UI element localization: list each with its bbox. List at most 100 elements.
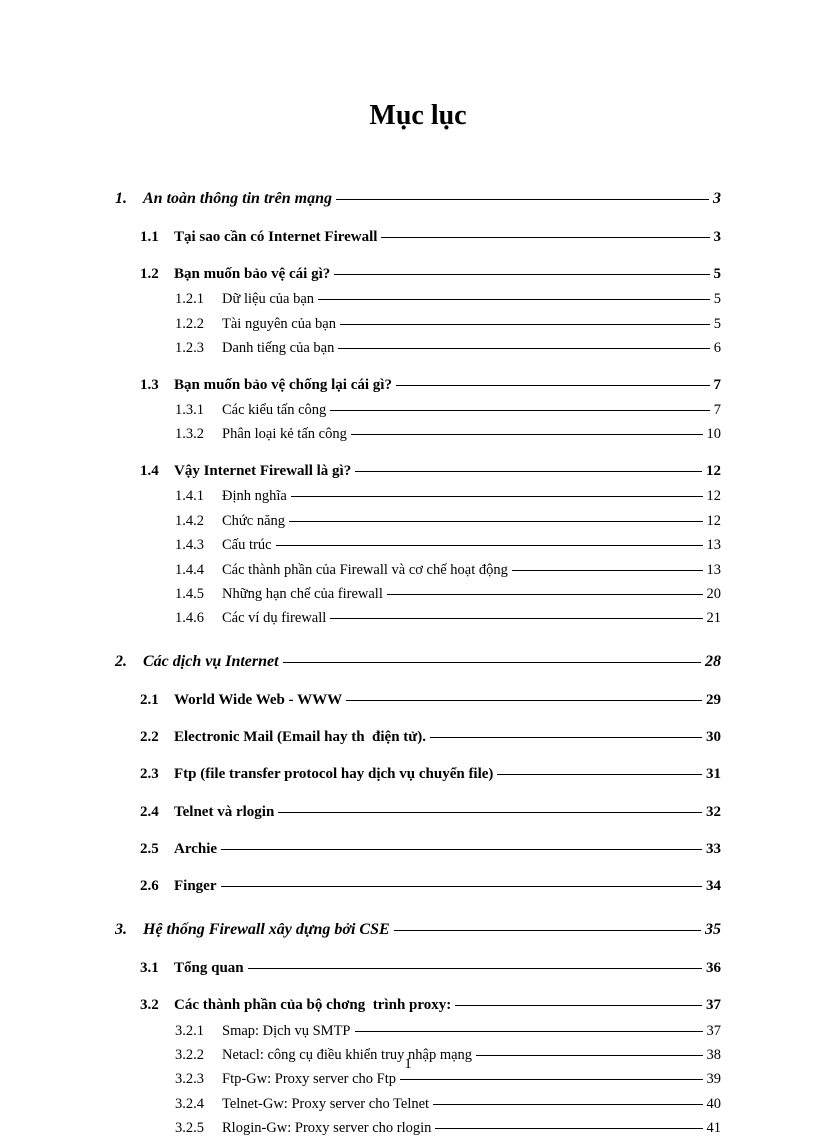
toc-entry: 1.2.3Danh tiếng của bạn6 bbox=[115, 337, 721, 359]
toc-entry-label: Hệ thống Firewall xây dựng bởi CSE bbox=[143, 918, 390, 943]
toc-leader bbox=[336, 199, 709, 200]
toc-entry-label: World Wide Web - WWW bbox=[174, 689, 342, 712]
toc-entry-page: 30 bbox=[706, 726, 721, 749]
toc-entry: 1.2.2Tài nguyên của bạn5 bbox=[115, 313, 721, 335]
toc-entry-label: Dữ liệu của bạn bbox=[222, 288, 314, 310]
toc-entry-number: 2.1 bbox=[140, 689, 174, 712]
toc-leader bbox=[289, 521, 702, 522]
toc-entry-label: Tổng quan bbox=[174, 957, 244, 980]
toc-entry-label: Bạn muốn bảo vệ chống lại cái gì? bbox=[174, 374, 392, 397]
toc-entry-number: 1.4.2 bbox=[175, 510, 222, 532]
toc-entry: 2.6Finger 34 bbox=[115, 875, 721, 898]
toc-entry-page: 28 bbox=[705, 650, 721, 675]
toc-entry-page: 3 bbox=[713, 187, 721, 212]
toc-entry: 2.1World Wide Web - WWW 29 bbox=[115, 689, 721, 712]
toc-entry-number: 1.4.1 bbox=[175, 485, 222, 507]
toc-entry: 3.2.4Telnet-Gw: Proxy server cho Telnet4… bbox=[115, 1093, 721, 1115]
toc-entry-label: Ftp (file transfer protocol hay dịch vụ … bbox=[174, 763, 493, 786]
toc-entry: 2.3Ftp (file transfer protocol hay dịch … bbox=[115, 763, 721, 786]
toc-entry-number: 2.6 bbox=[140, 875, 174, 898]
toc-entry-label: Các kiểu tấn công bbox=[222, 399, 326, 421]
toc-entry-label: Các thành phần của bộ chơng trình proxy: bbox=[174, 994, 451, 1017]
toc-entry: 1.3Bạn muốn bảo vệ chống lại cái gì? 7 bbox=[115, 374, 721, 397]
toc-entry-number: 2.5 bbox=[140, 838, 174, 861]
toc-entry-number: 3.2.1 bbox=[175, 1020, 222, 1042]
toc-entry-number: 1.4.3 bbox=[175, 534, 222, 556]
toc-entry-page: 34 bbox=[706, 875, 721, 898]
toc-leader bbox=[435, 1128, 702, 1129]
toc-entry: 1.4.1Định nghĩa12 bbox=[115, 485, 721, 507]
toc-entry: 3.1Tổng quan36 bbox=[115, 957, 721, 980]
toc-entry-page: 5 bbox=[714, 288, 721, 310]
toc-leader bbox=[355, 471, 702, 472]
toc-entry: 2.4Telnet và rlogin32 bbox=[115, 801, 721, 824]
toc-entry-page: 41 bbox=[707, 1117, 722, 1139]
toc-entry-page: 13 bbox=[707, 559, 722, 581]
toc-entry-label: Tài nguyên của bạn bbox=[222, 313, 336, 335]
toc-leader bbox=[291, 496, 703, 497]
toc-entry-number: 1. bbox=[115, 187, 143, 212]
toc-entry-label: Telnet và rlogin bbox=[174, 801, 274, 824]
toc-leader bbox=[355, 1031, 703, 1032]
toc-entry-page: 7 bbox=[714, 399, 721, 421]
toc-entry: 1.2.1Dữ liệu của bạn5 bbox=[115, 288, 721, 310]
toc-entry-number: 1.4 bbox=[140, 460, 174, 483]
toc-entry: 1.4.2Chức năng12 bbox=[115, 510, 721, 532]
toc-leader bbox=[338, 348, 709, 349]
toc-leader bbox=[394, 930, 701, 931]
toc-entry-page: 7 bbox=[714, 374, 722, 397]
toc-entry-page: 13 bbox=[707, 534, 722, 556]
toc-entry-page: 3 bbox=[714, 226, 722, 249]
toc-entry-label: Rlogin-Gw: Proxy server cho rlogin bbox=[222, 1117, 431, 1139]
toc-leader bbox=[512, 570, 703, 571]
page-number: 1 bbox=[0, 1056, 816, 1073]
toc-entry-number: 2. bbox=[115, 650, 143, 675]
toc-entry-number: 1.3 bbox=[140, 374, 174, 397]
toc-entry-label: Electronic Mail (Email hay th điện tử). bbox=[174, 726, 426, 749]
toc-entry-page: 31 bbox=[706, 763, 721, 786]
toc-entry: 1.4.6Các ví dụ firewall21 bbox=[115, 607, 721, 629]
toc-entry: 1.4Vậy Internet Firewall là gì?12 bbox=[115, 460, 721, 483]
toc-entry: 3.2.5Rlogin-Gw: Proxy server cho rlogin 4… bbox=[115, 1117, 721, 1139]
toc-leader bbox=[318, 299, 710, 300]
toc-entry-number: 1.4.5 bbox=[175, 583, 222, 605]
toc-entry-number: 2.2 bbox=[140, 726, 174, 749]
toc-entry-number: 3.2 bbox=[140, 994, 174, 1017]
toc-leader bbox=[330, 410, 709, 411]
toc-entry-label: Định nghĩa bbox=[222, 485, 287, 507]
toc-entry-page: 5 bbox=[714, 263, 722, 286]
toc-entry-label: Các thành phần của Firewall và cơ chế ho… bbox=[222, 559, 508, 581]
table-of-contents: 1. An toàn thông tin trên mạng31.1Tại sa… bbox=[115, 187, 721, 1140]
toc-leader bbox=[433, 1104, 702, 1105]
toc-entry-number: 1.1 bbox=[140, 226, 174, 249]
toc-entry-page: 37 bbox=[707, 1020, 722, 1042]
toc-entry-label: Những hạn chế của firewall bbox=[222, 583, 383, 605]
page-title: Mục lục bbox=[115, 100, 721, 132]
toc-leader bbox=[283, 662, 701, 663]
toc-entry-label: Finger bbox=[174, 875, 217, 898]
toc-leader bbox=[278, 812, 702, 813]
toc-entry-number: 1.2.3 bbox=[175, 337, 222, 359]
toc-entry-page: 40 bbox=[707, 1093, 722, 1115]
toc-entry-label: Smap: Dịch vụ SMTP bbox=[222, 1020, 351, 1042]
toc-entry: 1.4.3Cấu trúc13 bbox=[115, 534, 721, 556]
toc-entry-number: 3.2.5 bbox=[175, 1117, 222, 1139]
toc-entry-number: 1.3.1 bbox=[175, 399, 222, 421]
toc-entry: 1.3.2Phân loại kẻ tấn công10 bbox=[115, 423, 721, 445]
toc-entry-number: 1.4.6 bbox=[175, 607, 222, 629]
toc-entry: 1.1Tại sao cần có Internet Firewall3 bbox=[115, 226, 721, 249]
toc-entry-page: 21 bbox=[707, 607, 722, 629]
toc-entry-label: Các dịch vụ Internet bbox=[143, 650, 279, 675]
toc-entry-page: 29 bbox=[706, 689, 721, 712]
toc-leader bbox=[248, 968, 702, 969]
toc-entry: 1.4.4Các thành phần của Firewall và cơ c… bbox=[115, 559, 721, 581]
toc-entry-number: 3.2.4 bbox=[175, 1093, 222, 1115]
toc-entry: 2. Các dịch vụ Internet 28 bbox=[115, 650, 721, 675]
toc-entry-label: Danh tiếng của bạn bbox=[222, 337, 334, 359]
toc-entry: 3.2Các thành phần của bộ chơng trình pro… bbox=[115, 994, 721, 1017]
toc-entry-page: 36 bbox=[706, 957, 721, 980]
toc-leader bbox=[221, 886, 703, 887]
toc-entry-number: 1.2.2 bbox=[175, 313, 222, 335]
toc-leader bbox=[334, 274, 709, 275]
toc-leader bbox=[400, 1079, 703, 1080]
